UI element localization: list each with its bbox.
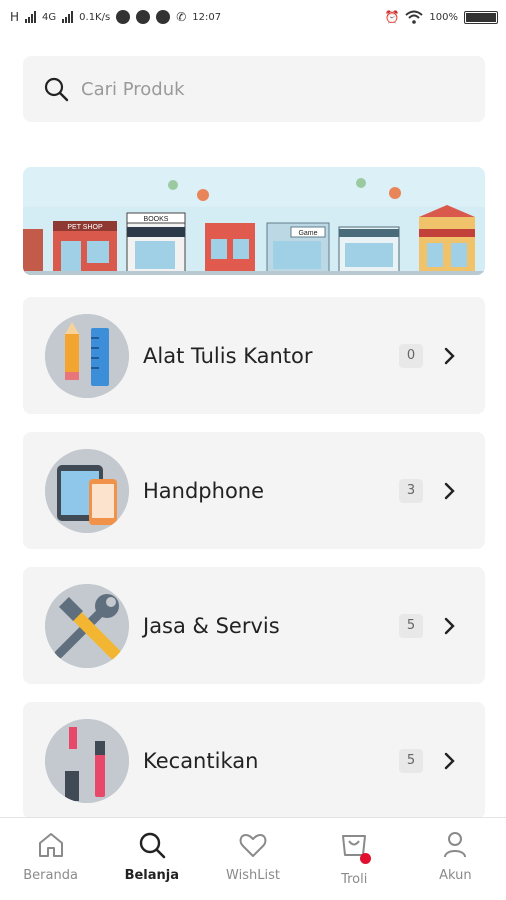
home-icon	[38, 833, 63, 857]
whatsapp-icon	[116, 10, 131, 24]
category-count-badge: 0	[399, 343, 423, 368]
chevron-right-icon	[444, 752, 455, 769]
data-speed: 0.1K/s	[79, 11, 111, 23]
status-bar: H 4G 0.1K/s ✆ 12:07 ⏰ 100%	[0, 0, 506, 34]
shop-sign-pet: PET SHOP	[67, 224, 103, 231]
category-item-jasa-servis[interactable]: Jasa & Servis 5	[23, 567, 485, 684]
nav-label: Belanja	[124, 868, 180, 883]
nav-label: Akun	[439, 868, 472, 883]
banner-illustration: PET SHOP BOOKS Game	[23, 167, 485, 275]
promo-banner[interactable]: PET SHOP BOOKS Game	[23, 167, 485, 275]
category-item-handphone[interactable]: Handphone 3	[23, 432, 485, 549]
signal-icon-2	[62, 11, 74, 23]
wifi-icon	[405, 10, 424, 24]
category-list: Alat Tulis Kantor 0 Handphone 3 Jasa & S…	[23, 297, 485, 837]
chevron-right-icon	[444, 347, 455, 364]
search-input[interactable]	[81, 78, 441, 100]
cart-icon-wrap	[339, 830, 372, 872]
category-count-badge: 5	[399, 748, 423, 773]
search-bar[interactable]	[23, 56, 485, 122]
chat-icon	[156, 10, 171, 24]
stationery-icon	[45, 313, 129, 398]
messenger-icon	[136, 10, 151, 24]
clock: 12:07	[192, 11, 222, 23]
category-label: Alat Tulis Kantor	[143, 343, 313, 368]
category-count-badge: 3	[399, 478, 423, 503]
nav-item-beranda[interactable]: Beranda	[0, 818, 101, 900]
shop-sign-game: Game	[298, 230, 317, 237]
cosmetics-icon	[45, 718, 129, 803]
battery-percent: 100%	[429, 11, 458, 23]
call-icon: ✆	[176, 10, 187, 24]
category-item-kecantikan[interactable]: Kecantikan 5	[23, 702, 485, 819]
nav-item-akun[interactable]: Akun	[405, 818, 506, 900]
status-left: H 4G 0.1K/s ✆ 12:07	[10, 10, 221, 24]
chevron-right-icon	[444, 482, 455, 499]
battery-icon	[464, 10, 498, 24]
category-label: Handphone	[143, 478, 265, 503]
nav-item-troli[interactable]: Troli	[304, 818, 405, 900]
cart-notification-dot	[360, 853, 372, 864]
carrier-label: H	[10, 10, 20, 24]
nav-label: WishList	[226, 868, 280, 883]
bottom-nav: Beranda Belanja WishList Troli Akun	[0, 817, 506, 900]
status-right: ⏰ 100%	[384, 10, 498, 24]
signal-icon	[25, 11, 37, 23]
search-icon	[44, 77, 69, 102]
chevron-right-icon	[444, 617, 455, 634]
tools-icon	[45, 583, 129, 668]
network-label: 4G	[42, 11, 57, 23]
search-icon	[139, 832, 166, 859]
shop-sign-books: BOOKS	[144, 216, 169, 223]
category-count-badge: 5	[399, 613, 423, 638]
nav-item-belanja[interactable]: Belanja	[101, 818, 202, 900]
user-icon	[444, 832, 467, 858]
alarm-icon: ⏰	[384, 10, 400, 24]
nav-label: Troli	[341, 872, 368, 887]
category-item-alat-tulis-kantor[interactable]: Alat Tulis Kantor 0	[23, 297, 485, 414]
phone-icon	[45, 448, 129, 533]
nav-item-wishlist[interactable]: WishList	[202, 818, 303, 900]
nav-label: Beranda	[23, 868, 78, 883]
category-label: Kecantikan	[143, 748, 259, 773]
category-label: Jasa & Servis	[143, 613, 280, 638]
heart-icon	[239, 834, 267, 857]
